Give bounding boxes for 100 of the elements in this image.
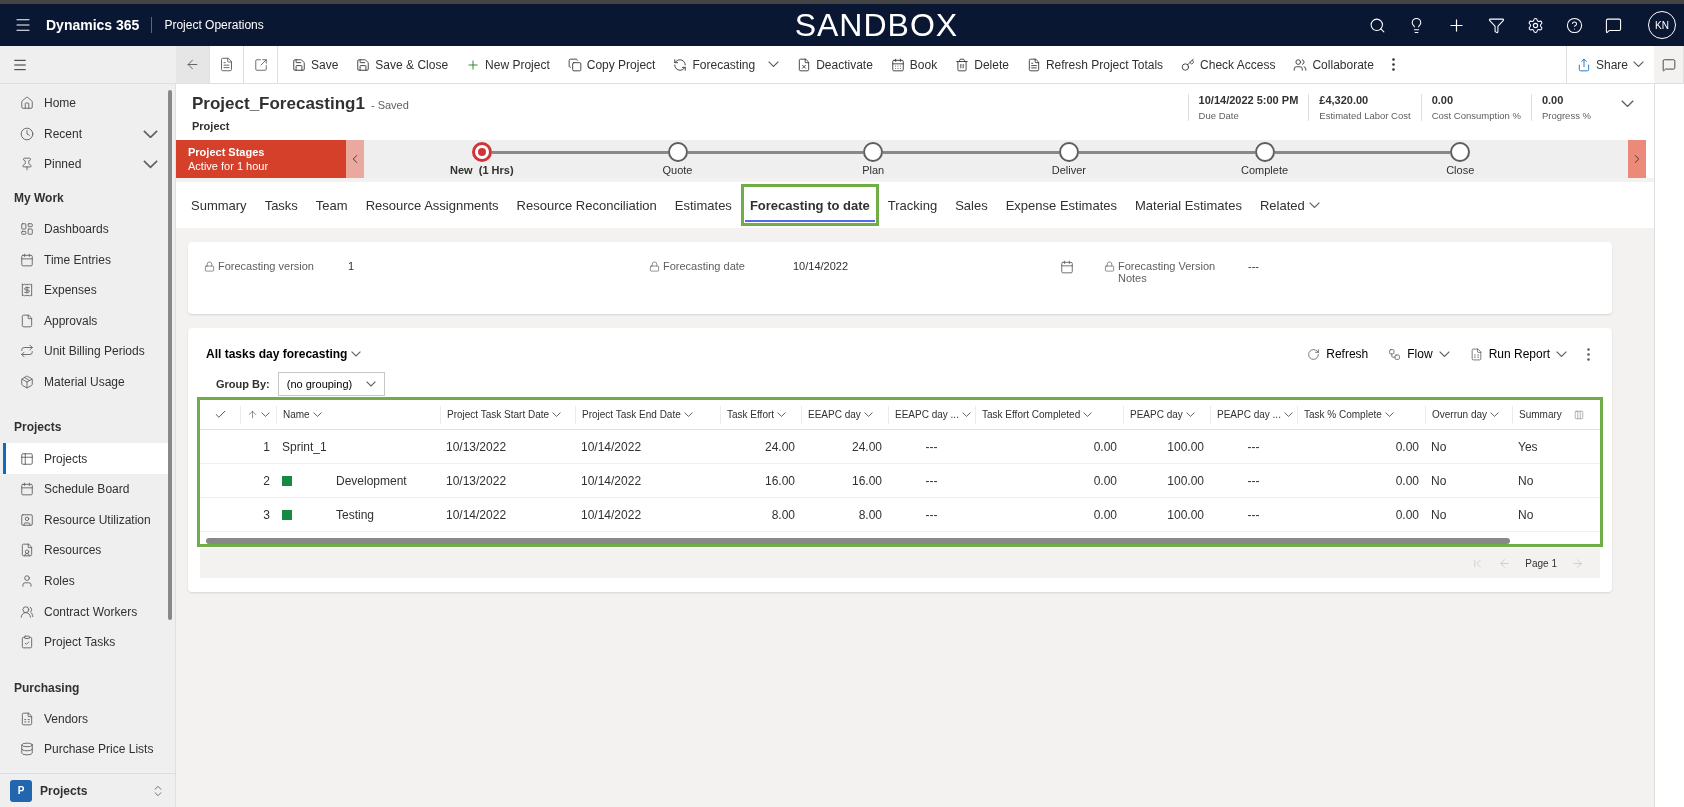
field-label: Forecasting Version Notes <box>1104 260 1234 284</box>
tab[interactable]: Forecasting to date <box>744 188 875 222</box>
tab[interactable]: Resource Reconciliation <box>511 188 662 222</box>
sidebar-item[interactable]: Resource Utilization <box>3 504 168 536</box>
column-header[interactable]: EEAPC day ... <box>888 405 975 424</box>
tab[interactable]: Team <box>310 188 353 222</box>
column-header[interactable]: Name <box>276 405 440 424</box>
task-name[interactable]: Sprint_1 <box>282 439 327 454</box>
sidebar-item[interactable]: Time Entries <box>3 244 168 275</box>
more-icon <box>1587 347 1590 361</box>
grid-command[interactable]: Run Report <box>1459 347 1577 361</box>
column-header[interactable]: Summary <box>1512 405 1574 424</box>
grid-command[interactable]: Flow <box>1378 347 1460 361</box>
table-cell-text: --- <box>924 473 939 488</box>
toolbar-button[interactable]: Book <box>882 53 946 76</box>
stage-label: Complete <box>1241 164 1289 176</box>
toolbar-button[interactable]: Refresh Project Totals <box>1018 53 1172 76</box>
sidebar-item[interactable]: Project Tasks <box>3 626 168 658</box>
stage-marker[interactable] <box>667 142 688 162</box>
field-value: 1 <box>347 260 355 272</box>
sidebar-item[interactable]: Resources <box>3 535 168 566</box>
stage-marker[interactable] <box>1450 142 1471 162</box>
sidebar-item[interactable]: Dashboards <box>3 213 168 245</box>
sidebar-item[interactable]: Vendors <box>3 703 168 735</box>
area-name: Project Operations <box>163 18 264 32</box>
column-header[interactable]: Project Task End Date <box>575 405 720 424</box>
stage-marker[interactable] <box>1058 142 1079 162</box>
field-value: --- <box>1247 260 1259 272</box>
column-header[interactable]: Project Task Start Date <box>440 405 575 424</box>
receipt-icon <box>20 283 34 298</box>
toolbar-button[interactable]: Copy Project <box>559 53 664 76</box>
sidebar-item[interactable]: Schedule Board <box>3 473 168 505</box>
stage-marker[interactable] <box>471 142 492 162</box>
sidebar-item[interactable]: Purchase Price Lists <box>3 734 168 765</box>
column-header[interactable]: Task Effort Completed <box>975 405 1123 424</box>
caret-icon <box>961 412 971 417</box>
stage-label: Quote <box>662 164 693 176</box>
sidebar-item[interactable]: Unit Billing Periods <box>3 336 168 367</box>
tab[interactable]: Summary <box>186 188 252 222</box>
sidebar-item[interactable]: Pinned <box>3 149 168 180</box>
grid-command[interactable]: Refresh <box>1297 347 1379 361</box>
stage-marker[interactable] <box>1254 142 1275 162</box>
toolbar-button[interactable]: Forecasting <box>665 53 788 76</box>
toolbar-button[interactable]: Save & Close <box>348 53 457 76</box>
column-header[interactable]: Overrun day <box>1425 405 1512 424</box>
tab[interactable]: Tasks <box>259 188 303 222</box>
environment-label: SANDBOX <box>793 6 960 44</box>
sidebar-item[interactable]: Recent <box>3 118 168 150</box>
tab[interactable]: Estimates <box>669 188 737 222</box>
column-header[interactable]: EEAPC day <box>801 405 888 424</box>
tab[interactable]: Expense Estimates <box>1000 188 1122 222</box>
sidebar-item[interactable]: Home <box>3 88 168 119</box>
column-chooser-icon <box>1574 409 1584 420</box>
task-name[interactable]: Development <box>298 473 407 488</box>
view-selector[interactable]: All tasks day forecasting <box>206 347 362 361</box>
table-cell-text: 10/13/2022 <box>445 473 508 488</box>
popout-icon <box>253 57 268 72</box>
chevron-down-icon <box>143 160 158 169</box>
sidebar-item[interactable]: Material Usage <box>3 366 168 398</box>
tab[interactable]: Related <box>1254 188 1325 222</box>
calendar-icon <box>20 252 34 267</box>
stage-header[interactable]: Project Stages Active for 1 hour <box>176 140 346 178</box>
tab[interactable]: Material Estimates <box>1130 188 1247 222</box>
sidebar-item[interactable]: Projects <box>3 443 168 474</box>
sidebar-item[interactable]: Approvals <box>3 305 168 337</box>
task-name[interactable]: Testing <box>298 507 375 522</box>
toolbar-button[interactable]: Delete <box>947 53 1017 76</box>
toolbar-button[interactable]: Check Access <box>1173 53 1284 76</box>
table-cell-text: No <box>1517 473 1535 488</box>
search-icon <box>1369 16 1386 34</box>
column-header[interactable]: Task % Complete <box>1297 405 1425 424</box>
tab[interactable]: Sales <box>950 188 993 222</box>
app-name[interactable]: Dynamics 365 <box>46 17 153 33</box>
horizontal-scrollbar[interactable] <box>206 538 1510 544</box>
caret-icon <box>351 351 362 357</box>
sidebar-item[interactable]: Contract Workers <box>3 596 168 627</box>
stage-marker[interactable] <box>863 142 884 162</box>
column-header[interactable]: Task Effort <box>720 405 801 424</box>
tab[interactable]: Tracking <box>882 188 943 222</box>
toolbar-button[interactable]: Deactivate <box>789 53 881 76</box>
key-icon <box>1181 57 1196 72</box>
column-header[interactable]: PEAPC day <box>1123 405 1210 424</box>
toolbar-button[interactable]: Collaborate <box>1285 53 1382 76</box>
sidebar-item[interactable]: Expenses <box>3 274 168 306</box>
area-switcher[interactable]: P Projects <box>0 773 175 807</box>
chat-button[interactable] <box>1654 46 1684 83</box>
chat-icon <box>1661 57 1676 72</box>
column-header[interactable]: PEAPC day ... <box>1210 405 1297 424</box>
sidebar-item[interactable]: Roles <box>3 565 168 597</box>
group-by-dropdown[interactable]: (no grouping) <box>277 372 386 396</box>
tab[interactable]: Resource Assignments <box>360 188 504 222</box>
table-cell-text: 24.00 <box>763 439 796 454</box>
toolbar-button[interactable]: New Project <box>458 53 558 76</box>
spreadsheet-icon <box>20 711 34 726</box>
sidebar-item-label: Resources <box>44 543 103 558</box>
scrollbar[interactable] <box>168 90 172 620</box>
toolbar-button[interactable]: Save <box>284 53 347 76</box>
home-icon <box>20 96 34 111</box>
header-field-value: 0.00 <box>1541 94 1565 106</box>
person-icon <box>20 574 34 588</box>
